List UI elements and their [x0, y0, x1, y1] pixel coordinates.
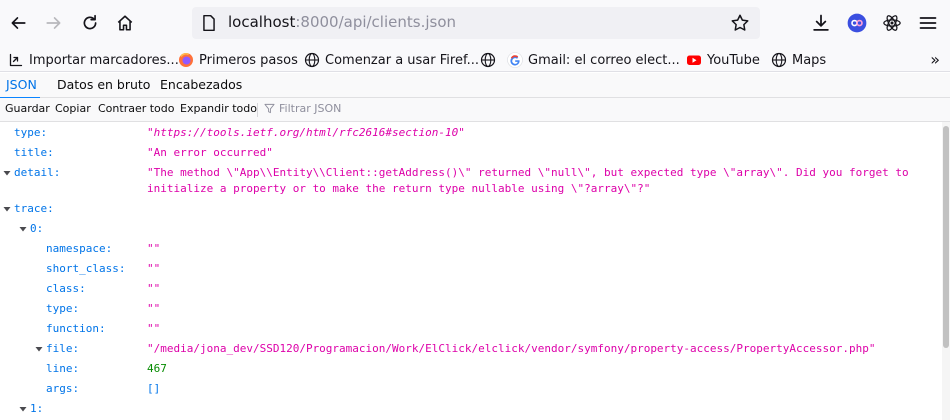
json-string-value: "The method \"App\\Entity\\Client::getAd…	[147, 166, 909, 195]
json-key: namespace:	[46, 242, 113, 255]
bookmarks-overflow-chevron-icon[interactable]: »	[930, 50, 940, 69]
expand-all-button[interactable]: Expandir todo	[180, 102, 257, 115]
json-string-value: "https://tools.ietf.org/html/rfc2616#sec…	[147, 126, 465, 139]
arrow-left-icon	[11, 17, 26, 29]
json-key: trace:	[14, 202, 54, 215]
extension-badge-icon	[847, 13, 867, 33]
react-atom-icon	[883, 15, 901, 31]
json-string-value: ""	[147, 262, 161, 275]
json-key: type:	[14, 126, 48, 139]
reload-icon	[83, 14, 97, 30]
home-button[interactable]	[111, 9, 139, 37]
tab-label: Encabezados	[160, 77, 243, 92]
bookmark-unnamed[interactable]	[480, 50, 501, 70]
bookmark-star-icon[interactable]	[730, 13, 750, 33]
firefox-icon	[179, 53, 193, 67]
funnel-filter-icon	[264, 103, 275, 114]
google-icon	[507, 52, 523, 68]
bookmark-import[interactable]: Importar marcadores...	[8, 50, 179, 70]
bookmark-label: Importar marcadores...	[29, 52, 179, 68]
downloads-button[interactable]	[809, 11, 833, 35]
bookmarks-toolbar: Importar marcadores... Primeros pasos Co…	[0, 46, 950, 72]
bookmark-primeros-pasos[interactable]: Primeros pasos	[178, 50, 298, 70]
json-key: detail:	[14, 166, 61, 179]
json-number-value: 467	[147, 362, 167, 375]
react-devtools-button[interactable]	[880, 11, 904, 35]
url-path: :8000/api/clients.json	[295, 13, 457, 31]
download-icon	[813, 14, 829, 31]
expand-triangle-icon[interactable]	[18, 404, 28, 414]
arrow-right-icon	[46, 17, 61, 29]
json-key: file:	[46, 342, 80, 355]
bookmark-label: Maps	[792, 52, 827, 68]
globe-icon	[771, 52, 787, 68]
json-key: line:	[46, 362, 80, 375]
expand-triangle-icon[interactable]	[34, 344, 44, 354]
reload-button[interactable]	[76, 9, 104, 37]
json-array-value: []	[147, 382, 161, 395]
bookmark-youtube[interactable]: YouTube	[686, 50, 760, 70]
json-key: 1:	[30, 402, 44, 415]
tab-raw-data[interactable]: Datos en bruto	[57, 73, 150, 98]
tab-label: JSON	[6, 77, 37, 92]
tab-json[interactable]: JSON	[0, 73, 40, 99]
page-icon	[203, 14, 215, 32]
json-key: short_class:	[46, 262, 126, 275]
import-icon	[9, 53, 23, 67]
toolbar-divider	[257, 103, 258, 117]
json-key: function:	[46, 322, 106, 335]
forward-button[interactable]	[40, 9, 68, 37]
json-string-value: ""	[147, 302, 161, 315]
scrollbar-thumb[interactable]	[943, 126, 949, 348]
json-string-value: ""	[147, 282, 161, 295]
url-bar[interactable]: localhost:8000/api/clients.json	[192, 7, 760, 39]
menu-button[interactable]	[916, 11, 940, 35]
json-key: title:	[14, 146, 54, 159]
json-key: 0:	[30, 222, 44, 235]
bookmark-gmail[interactable]: Gmail: el correo elect...	[507, 50, 680, 70]
youtube-icon	[687, 55, 701, 65]
json-viewer-tabs: JSON Datos en bruto Encabezados	[0, 73, 950, 99]
bookmark-label: Comenzar a usar Firef...	[325, 52, 479, 68]
filter-json-input[interactable]: Filtrar JSON	[264, 102, 341, 115]
navigation-toolbar: localhost:8000/api/clients.json	[0, 0, 950, 46]
bookmark-maps[interactable]: Maps	[771, 50, 826, 70]
expand-triangle-icon[interactable]	[2, 168, 12, 178]
expand-triangle-icon[interactable]	[2, 204, 12, 214]
extension-button[interactable]	[845, 11, 869, 35]
json-tree: type: "https://tools.ietf.org/html/rfc26…	[0, 122, 942, 420]
json-string-value: "An error occurred"	[147, 146, 273, 159]
collapse-all-button[interactable]: Contraer todo	[98, 102, 175, 115]
json-string-value: ""	[147, 242, 161, 255]
bookmark-label: Gmail: el correo elect...	[528, 52, 680, 68]
back-button[interactable]	[4, 9, 32, 37]
globe-icon	[304, 52, 320, 68]
url-text[interactable]: localhost:8000/api/clients.json	[228, 13, 456, 31]
hamburger-menu-icon	[919, 17, 937, 29]
tab-label: Datos en bruto	[57, 77, 151, 92]
home-icon	[117, 15, 133, 31]
copy-button[interactable]: Copiar	[55, 102, 91, 115]
bookmark-label: Primeros pasos	[199, 52, 298, 68]
bookmark-comenzar-firefox[interactable]: Comenzar a usar Firef...	[304, 50, 479, 70]
json-toolbar: Guardar Copiar Contraer todo Expandir to…	[0, 98, 950, 122]
tab-headers[interactable]: Encabezados	[160, 73, 242, 98]
json-string-value: "/media/jona_dev/SSD120/Programacion/Wor…	[147, 342, 876, 355]
filter-placeholder: Filtrar JSON	[279, 102, 342, 115]
bookmark-label: YouTube	[707, 52, 760, 68]
globe-icon	[480, 52, 496, 68]
expand-triangle-icon[interactable]	[18, 224, 28, 234]
save-button[interactable]: Guardar	[5, 102, 50, 115]
json-string-value: ""	[147, 322, 161, 335]
vertical-scrollbar[interactable]	[942, 122, 950, 420]
json-key: type:	[46, 302, 80, 315]
url-host: localhost	[228, 13, 296, 31]
json-key: class:	[46, 282, 86, 295]
json-key: args:	[46, 382, 80, 395]
